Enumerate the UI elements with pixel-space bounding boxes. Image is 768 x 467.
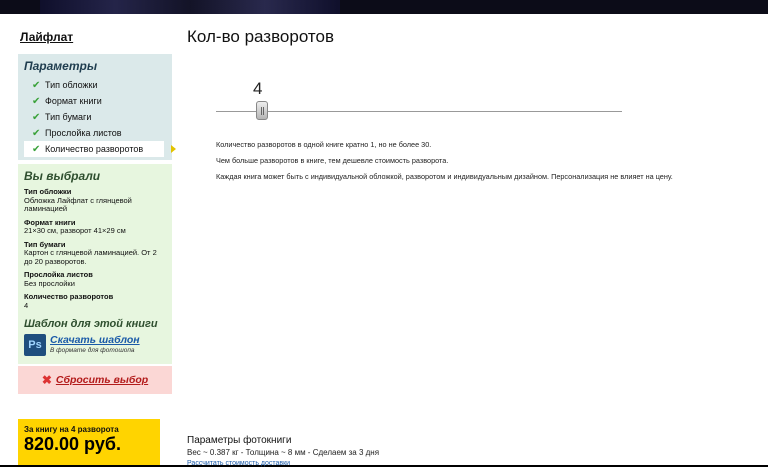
- arrow-right-icon: [171, 145, 176, 153]
- step-label: Тип обложки: [45, 80, 98, 90]
- step-label: Формат книги: [45, 96, 102, 106]
- price-box: За книгу на 4 разворота 820.00 руб.: [18, 419, 160, 465]
- footer-meta: Вес ~ 0.387 кг - Толщина ~ 8 мм - Сделае…: [187, 448, 380, 457]
- info-text: Количество разворотов в одной книге крат…: [216, 141, 673, 189]
- params-panel: Параметры ✔ Тип обложки ✔ Формат книги ✔ Ти…: [18, 54, 176, 160]
- step-label: Тип бумаги: [45, 112, 92, 122]
- info-line: Каждая книга может быть с индивидуальной…: [216, 172, 673, 181]
- step-spreads-count[interactable]: ✔ Количество разворотов: [24, 141, 176, 157]
- download-template-link[interactable]: Скачать шаблон: [50, 334, 140, 346]
- template-title: Шаблон для этой книги: [24, 318, 158, 330]
- step-label: Количество разворотов: [45, 144, 144, 154]
- spreads-slider: 4: [216, 72, 622, 122]
- chosen-value: 21×30 см, разворот 41×29 см: [24, 226, 126, 235]
- delivery-cost-link[interactable]: Рассчитать стоимость доставки: [187, 460, 290, 467]
- slider-value: 4: [253, 79, 263, 98]
- step-paper-type[interactable]: ✔ Тип бумаги: [18, 109, 172, 125]
- step-book-format[interactable]: ✔ Формат книги: [18, 93, 172, 109]
- chosen-item: Тип бумаги Картон с глянцевой ламинацией.…: [18, 240, 172, 267]
- step-interlayer[interactable]: ✔ Прослойка листов: [18, 125, 172, 141]
- footer-title: Параметры фотокниги: [187, 435, 292, 446]
- price-caption: За книгу на 4 разворота: [24, 425, 119, 434]
- info-line: Чем больше разворотов в книге, тем дешев…: [216, 156, 449, 165]
- chosen-item: Прослойка листов Без прослойки: [18, 270, 172, 288]
- page: Лайфлат Параметры ✔ Тип обложки ✔ Формат к…: [0, 14, 768, 467]
- check-icon: ✔: [32, 79, 41, 91]
- template-download: Ps Скачать шаблон В формате для фотошопа: [18, 330, 172, 356]
- chosen-title: Вы выбрали: [24, 169, 101, 183]
- top-background: [0, 0, 768, 14]
- chosen-value: Обложка Лайфлат с глянцевой ламинацией: [24, 195, 132, 213]
- chosen-item: Формат книги 21×30 см, разворот 41×29 см: [18, 218, 172, 236]
- chosen-item: Количество разворотов 4: [18, 292, 172, 310]
- chosen-value: Картон с глянцевой ламинацией. От 2 до 2…: [24, 248, 157, 266]
- check-icon: ✔: [32, 111, 41, 123]
- reset-label: Сбросить выбор: [55, 374, 149, 386]
- params-title: Параметры: [24, 59, 98, 73]
- grip-icon: [261, 107, 264, 115]
- chosen-item: Тип обложки Обложка Лайфлат с глянцевой л…: [18, 187, 172, 214]
- brand-link[interactable]: Лайфлат: [20, 30, 73, 44]
- close-icon: ✖: [41, 373, 52, 387]
- chosen-key: Количество разворотов: [24, 292, 114, 301]
- page-title: Кол-во разворотов: [187, 27, 335, 46]
- slider-handle[interactable]: [256, 101, 268, 120]
- check-icon: ✔: [32, 143, 41, 155]
- chosen-value: Без прослойки: [24, 278, 75, 288]
- info-line: Количество разворотов в одной книге крат…: [216, 140, 432, 149]
- photoshop-icon: Ps: [24, 334, 46, 356]
- reset-button[interactable]: ✖ Сбросить выбор: [18, 366, 172, 394]
- top-texture: [40, 0, 340, 14]
- chosen-value: 4: [24, 300, 29, 310]
- chosen-panel: Вы выбрали Тип обложки Обложка Лайфлат с …: [18, 164, 172, 364]
- check-icon: ✔: [32, 127, 41, 139]
- check-icon: ✔: [32, 95, 41, 107]
- price-value: 820.00 руб.: [24, 434, 121, 454]
- template-subtitle: В формате для фотошопа: [50, 347, 135, 354]
- template-text: Скачать шаблон В формате для фотошопа: [50, 334, 140, 354]
- step-label: Прослойка листов: [45, 128, 122, 138]
- steps-list: ✔ Тип обложки ✔ Формат книги ✔ Тип бумаги ✔…: [18, 77, 176, 157]
- step-cover-type[interactable]: ✔ Тип обложки: [18, 77, 172, 93]
- slider-track[interactable]: [216, 111, 622, 112]
